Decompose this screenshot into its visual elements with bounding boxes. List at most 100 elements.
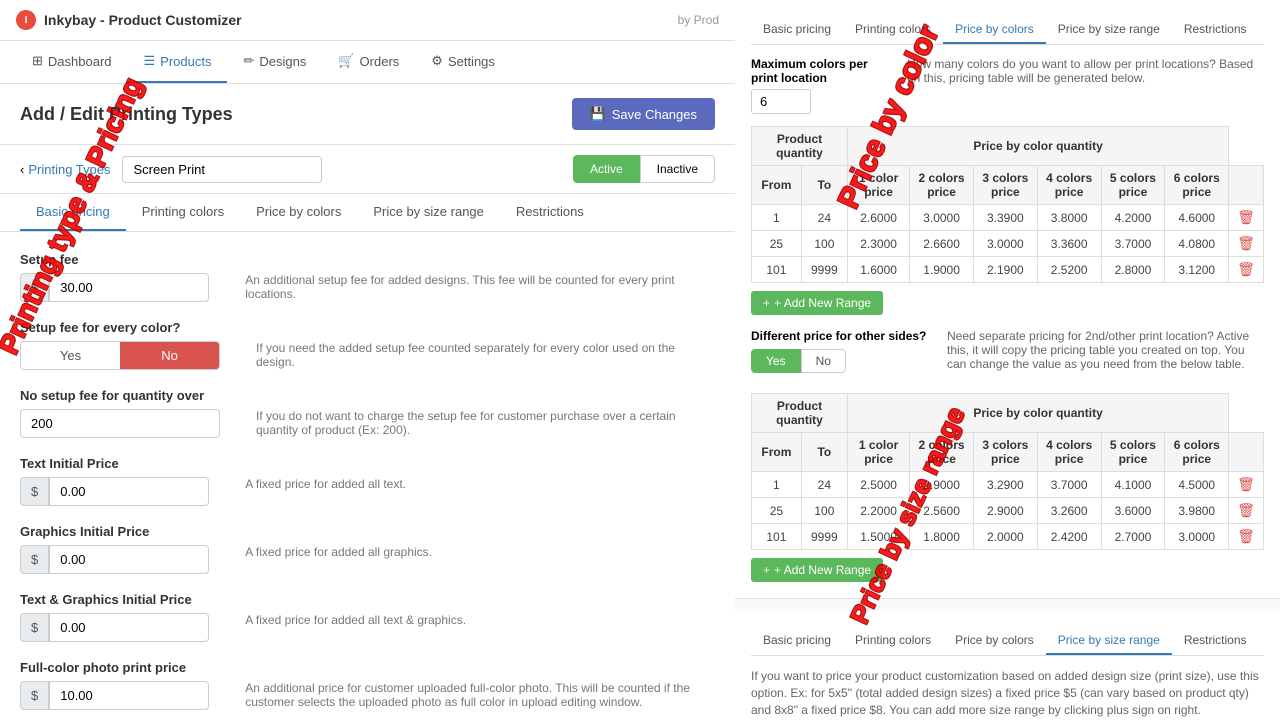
diff-price-toggle: Yes No [751, 349, 931, 373]
status-inactive-button[interactable]: Inactive [640, 155, 715, 183]
tabs-bar: Basic pricing Printing colors Price by c… [0, 194, 735, 232]
price-by-color-table-1: Product quantity Price by color quantity… [751, 126, 1264, 283]
tab-printing-colors[interactable]: Printing colors [126, 194, 240, 231]
text-graphics-price-desc: A fixed price for added all text & graph… [245, 613, 715, 627]
col-3-header: 3 colors price [973, 166, 1037, 205]
status-active-button[interactable]: Active [573, 155, 640, 183]
right-tab-price-by-colors[interactable]: Price by colors [943, 16, 1046, 44]
right-tab-printing-colors[interactable]: Printing colors [843, 16, 943, 44]
app-title: Inkybay - Product Customizer [44, 12, 242, 28]
right-tab-basic-pricing[interactable]: Basic pricing [751, 16, 843, 44]
no-setup-fee-qty-input[interactable] [20, 409, 220, 438]
price-by-size-section: Basic pricing Printing colors Price by c… [735, 611, 1280, 720]
fullcolor-photo-input[interactable] [49, 681, 209, 710]
setup-fee-label: Setup fee [20, 252, 715, 267]
content-area: Setup fee $ An additional setup fee for … [0, 232, 735, 720]
setup-fee-color-desc: If you need the added setup fee counted … [256, 341, 715, 369]
diff-price-desc: Need separate pricing for 2nd/other prin… [947, 329, 1264, 371]
size-tab-colors[interactable]: Printing colors [843, 627, 943, 655]
add-range-btn-1[interactable]: + + Add New Range [751, 291, 883, 315]
nav-settings[interactable]: ⚙ Settings [415, 41, 511, 83]
setup-fee-color-label: Setup fee for every color? [20, 320, 715, 335]
diff-price-label: Different price for other sides? [751, 329, 931, 343]
graphics-initial-prefix: $ [20, 545, 49, 574]
add-range-btn-2[interactable]: + + Add New Range [751, 558, 883, 582]
plus-icon-2: + [763, 563, 770, 577]
right-panel: Basic pricing Printing colors Price by c… [735, 0, 1280, 720]
delete-icon[interactable]: 🗑 [1237, 502, 1255, 518]
diff-price-section: Different price for other sides? Yes No … [751, 329, 1264, 381]
page-header: Add / Edit Printing Types 💾 Save Changes [0, 84, 735, 145]
right-tab-price-by-size-range[interactable]: Price by size range [1046, 16, 1172, 44]
top-bar: I Inkybay - Product Customizer by Prod [0, 0, 735, 41]
size-range-desc: If you want to price your product custom… [751, 668, 1264, 718]
graphics-initial-price-input[interactable] [49, 545, 209, 574]
save-icon: 💾 [590, 106, 606, 122]
fullcolor-photo-input-group: $ [20, 681, 209, 710]
text-initial-price-desc: A fixed price for added all text. [245, 477, 715, 491]
text-graphics-price-input-group: $ [20, 613, 209, 642]
nav-orders[interactable]: 🛒 Orders [322, 41, 415, 83]
price-by-color-tabs: Basic pricing Printing colors Price by c… [751, 16, 1264, 45]
top-bar-left: I Inkybay - Product Customizer [16, 10, 242, 30]
table-row: 10199991.60001.90002.19002.52002.80003.1… [752, 257, 1264, 283]
delete-icon[interactable]: 🗑 [1237, 235, 1255, 251]
setup-fee-prefix: $ [20, 273, 49, 302]
breadcrumb-bar: ‹ Printing Types Active Inactive [0, 145, 735, 194]
setup-fee-field: Setup fee $ An additional setup fee for … [20, 252, 715, 302]
breadcrumb-link[interactable]: Printing Types [28, 162, 110, 177]
products-icon: ☰ [144, 53, 156, 69]
table-row: 251002.30002.66003.00003.36003.70004.080… [752, 231, 1264, 257]
max-colors-desc: How many colors do you want to allow per… [907, 57, 1264, 85]
tab-price-by-colors[interactable]: Price by colors [240, 194, 357, 231]
delete-icon[interactable]: 🗑 [1237, 528, 1255, 544]
table-row: 1242.60003.00003.39003.80004.20004.6000🗑 [752, 205, 1264, 231]
printing-type-name-input[interactable] [122, 156, 322, 183]
fullcolor-photo-prefix: $ [20, 681, 49, 710]
size-tab-restrictions[interactable]: Restrictions [1172, 627, 1259, 655]
graphics-initial-price-desc: A fixed price for added all graphics. [245, 545, 715, 559]
diff-price-no-btn[interactable]: No [801, 349, 846, 373]
to-header: To [801, 166, 847, 205]
size-tab-basic[interactable]: Basic pricing [751, 627, 843, 655]
setup-fee-color-field: Setup fee for every color? Yes No If you… [20, 320, 715, 370]
tab-price-by-size-range[interactable]: Price by size range [357, 194, 500, 231]
col-2-header: 2 colors price [910, 166, 974, 205]
max-colors-input[interactable] [751, 89, 811, 114]
app-icon: I [16, 10, 36, 30]
right-tab-restrictions[interactable]: Restrictions [1172, 16, 1259, 44]
toggle-yes[interactable]: Yes [21, 342, 120, 369]
nav-dashboard[interactable]: ⊞ Dashboard [16, 41, 128, 83]
text-graphics-price-input[interactable] [49, 613, 209, 642]
delete-icon[interactable]: 🗑 [1237, 476, 1255, 492]
page-title: Add / Edit Printing Types [20, 104, 233, 125]
size-tab-size-range[interactable]: Price by size range [1046, 627, 1172, 655]
toggle-no[interactable]: No [120, 342, 219, 369]
settings-icon: ⚙ [431, 53, 443, 69]
size-tab-price-colors[interactable]: Price by colors [943, 627, 1046, 655]
table-row: 10199991.50001.80002.00002.42002.70003.0… [752, 524, 1264, 550]
nav-products[interactable]: ☰ Products [128, 41, 228, 83]
nav-designs[interactable]: ✏ Designs [227, 41, 322, 83]
tab-basic-pricing[interactable]: Basic pricing [20, 194, 126, 231]
nav-bar: ⊞ Dashboard ☰ Products ✏ Designs 🛒 Order… [0, 41, 735, 84]
action-header [1229, 166, 1264, 205]
text-graphics-prefix: $ [20, 613, 49, 642]
text-graphics-price-field: Text & Graphics Initial Price $ A fixed … [20, 592, 715, 642]
save-button[interactable]: 💾 Save Changes [572, 98, 715, 130]
price-by-color-table-2: Product quantity Price by color quantity… [751, 393, 1264, 550]
no-setup-fee-qty-desc: If you do not want to charge the setup f… [256, 409, 715, 437]
left-panel: I Inkybay - Product Customizer by Prod ⊞… [0, 0, 735, 720]
text-graphics-price-label: Text & Graphics Initial Price [20, 592, 715, 607]
diff-price-yes-btn[interactable]: Yes [751, 349, 801, 373]
setup-fee-input[interactable] [49, 273, 209, 302]
dashboard-icon: ⊞ [32, 53, 43, 69]
delete-icon[interactable]: 🗑 [1237, 209, 1255, 225]
delete-icon[interactable]: 🗑 [1237, 261, 1255, 277]
fullcolor-photo-price-label: Full-color photo print price [20, 660, 715, 675]
text-initial-prefix: $ [20, 477, 49, 506]
tab-restrictions[interactable]: Restrictions [500, 194, 600, 231]
text-initial-price-input[interactable] [49, 477, 209, 506]
designs-icon: ✏ [243, 53, 254, 69]
product-qty-header: Product quantity [752, 127, 848, 166]
